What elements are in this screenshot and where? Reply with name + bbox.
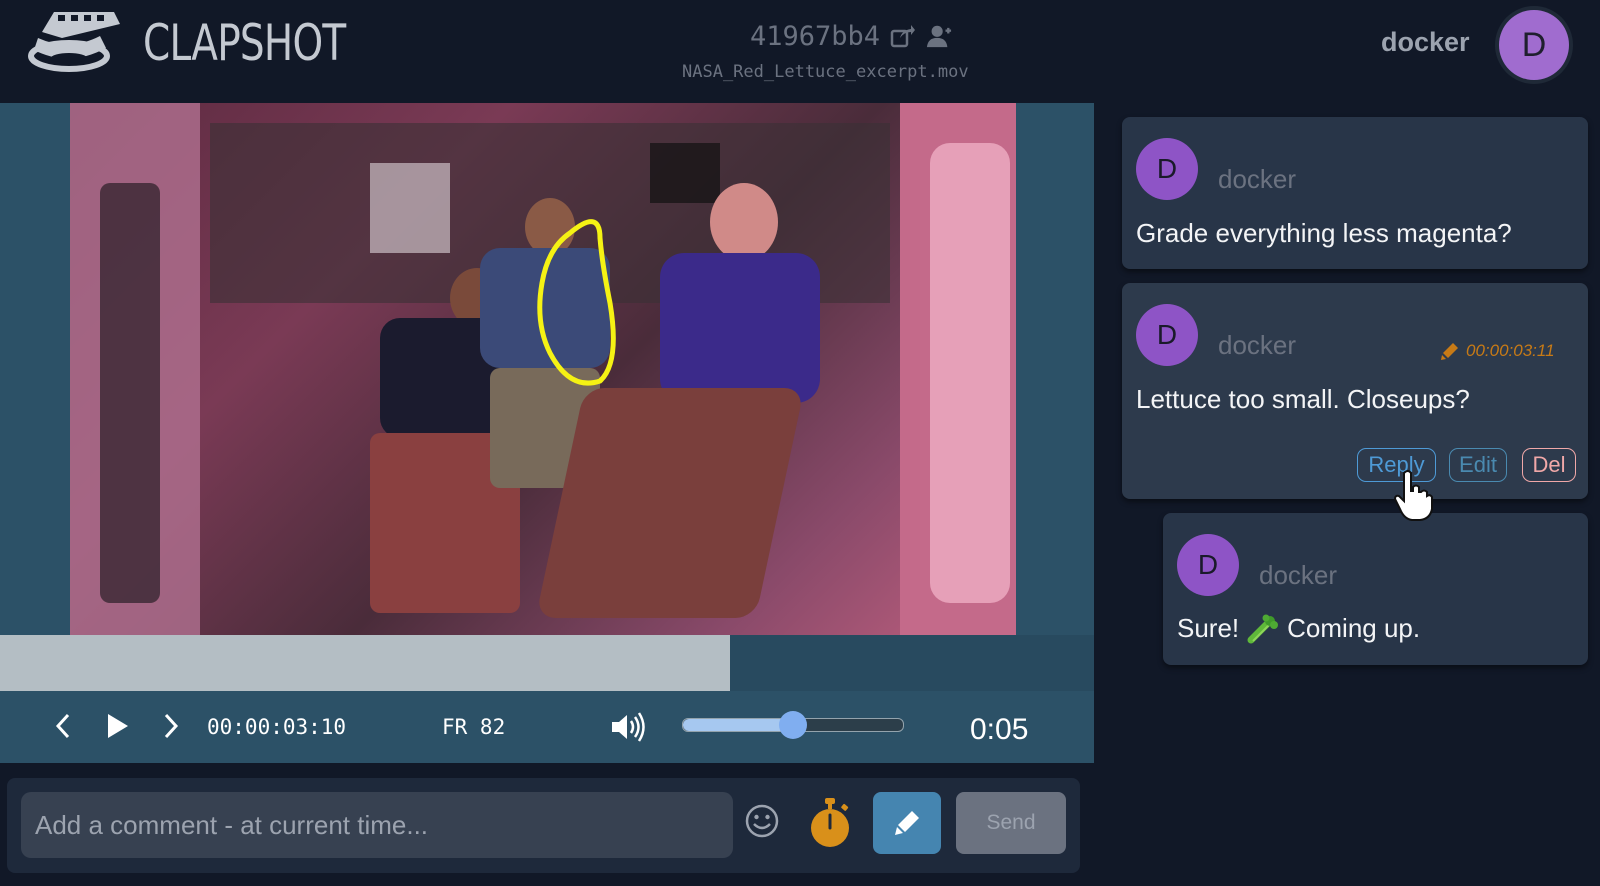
emoji-icon[interactable] <box>743 802 781 840</box>
video-id: 41967bb4 <box>750 20 881 52</box>
comment-username: docker <box>1218 330 1297 360</box>
comment-avatar: D <box>1136 138 1198 200</box>
chevron-right-icon <box>164 713 179 739</box>
volume-icon[interactable] <box>610 711 646 743</box>
comment-timecode: 00:00:03:11 <box>1466 341 1555 360</box>
comment-text-start: Sure! <box>1177 613 1240 643</box>
comment-text: Grade everything less magenta? <box>1136 218 1512 248</box>
current-timecode[interactable]: 00:00:03:10 <box>207 715 346 739</box>
volume-fill <box>683 719 793 731</box>
current-username: docker <box>1381 27 1470 57</box>
comment-timecode-link[interactable]: 00:00:03:11 <box>1440 341 1555 361</box>
timeline-progress-bar[interactable] <box>0 635 1094 691</box>
previous-frame-button[interactable] <box>48 711 78 741</box>
comment-card[interactable]: D docker 00:00:03:11 Lettuce too small. … <box>1122 283 1588 499</box>
volume-slider[interactable] <box>682 711 904 739</box>
edit-button[interactable]: Edit <box>1449 448 1507 482</box>
play-icon <box>108 714 128 738</box>
video-filename: NASA_Red_Lettuce_excerpt.mov <box>682 62 969 82</box>
video-duration: 0:05 <box>970 713 1029 746</box>
add-user-icon[interactable] <box>926 23 952 49</box>
pen-icon <box>895 811 919 835</box>
comment-text-end: Coming up. <box>1287 613 1421 643</box>
hand-pointer-cursor-icon <box>1394 470 1433 521</box>
comment-input[interactable] <box>21 792 733 858</box>
brand-title: CLAPSHOT <box>143 14 346 72</box>
timeline-played-fill <box>0 635 730 691</box>
video-frame[interactable] <box>70 103 1016 635</box>
video-id-row: 41967bb4 <box>750 18 952 54</box>
reply-comment-card[interactable]: D docker Sure! Coming up. <box>1163 513 1588 665</box>
chevron-left-icon <box>55 713 70 739</box>
draw-button[interactable] <box>873 792 941 854</box>
celery-icon <box>1247 614 1279 643</box>
comment-card[interactable]: D docker Grade everything less magenta? <box>1122 117 1588 269</box>
delete-button[interactable]: Del <box>1522 448 1576 482</box>
video-player[interactable] <box>0 103 1094 635</box>
frame-number[interactable]: FR 82 <box>442 715 505 739</box>
play-button[interactable] <box>102 711 132 741</box>
stopwatch-icon[interactable] <box>807 797 853 849</box>
app-header: CLAPSHOT 41967bb4 NASA_Red_Lettuce_excer… <box>0 0 1600 103</box>
comment-username: docker <box>1259 560 1338 590</box>
comment-avatar: D <box>1136 304 1198 366</box>
comment-avatar: D <box>1177 534 1239 596</box>
drawing-annotation <box>537 219 616 386</box>
pencil-icon <box>1441 343 1458 360</box>
comment-input-bar: Send <box>7 778 1080 873</box>
film-reel-logo-icon[interactable] <box>24 8 124 74</box>
comment-text: Sure! Coming up. <box>1177 613 1420 644</box>
share-icon[interactable] <box>890 23 916 49</box>
next-frame-button[interactable] <box>156 711 186 741</box>
volume-slider-handle[interactable] <box>779 711 807 739</box>
comment-username: docker <box>1218 164 1297 194</box>
user-avatar[interactable]: D <box>1499 10 1569 80</box>
send-button[interactable]: Send <box>956 792 1066 854</box>
comment-text: Lettuce too small. Closeups? <box>1136 384 1470 414</box>
player-controls: 00:00:03:10 FR 82 0:05 <box>0 691 1094 763</box>
